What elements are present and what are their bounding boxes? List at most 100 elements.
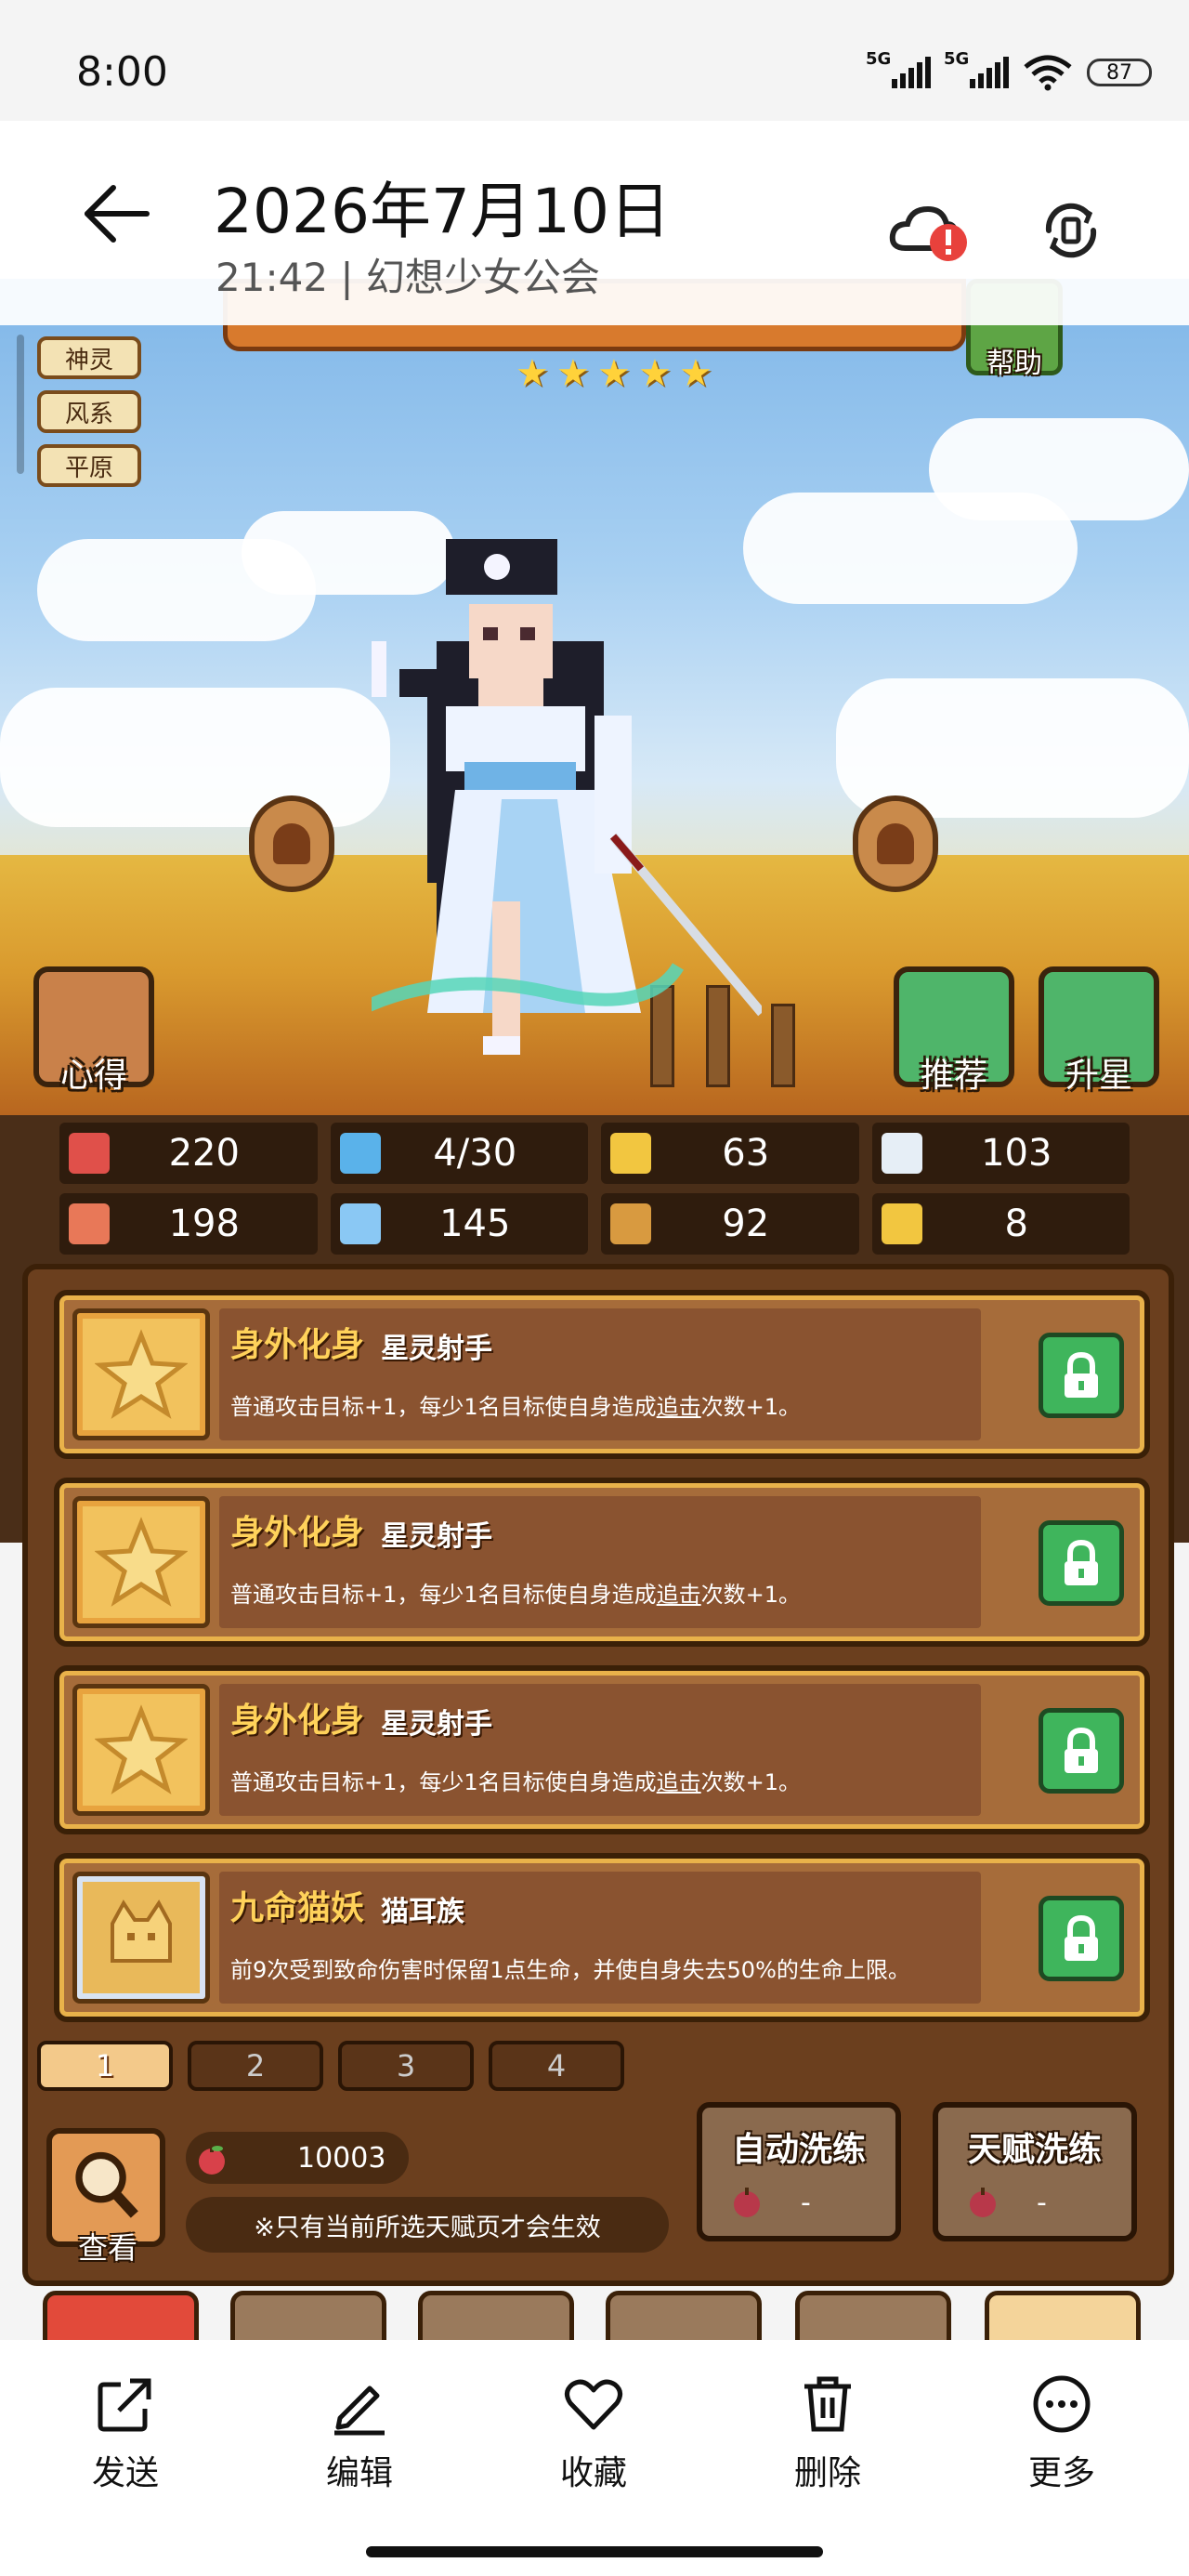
page-subtitle: 21:42 | 幻想少女公会 <box>216 255 600 300</box>
talent-name: 身外化身 <box>230 1326 365 1364</box>
more-button[interactable]: 更多 <box>992 2372 1131 2494</box>
auto-wash-title: 自动洗练 <box>731 2131 866 2169</box>
favorite-label: 收藏 <box>559 2454 627 2492</box>
send-button[interactable]: 发送 <box>56 2372 195 2494</box>
game-tab-support[interactable] <box>795 2291 951 2342</box>
talent-race: 星灵射手 <box>381 1520 492 1553</box>
upgrade-star-label: 升星 <box>1065 1057 1132 1095</box>
battery-indicator: 87 <box>1087 59 1152 86</box>
shield-icon <box>610 1133 651 1174</box>
auto-wash-button[interactable]: 自动洗练 - <box>697 2102 901 2241</box>
signal-2-label: 5G <box>944 49 970 69</box>
talent-card[interactable]: 身外化身 星灵射手 普通攻击目标+1，每少1名目标使自身造成追击次数+1。 <box>54 1665 1150 1834</box>
stat-cell: 103 <box>871 1123 1130 1184</box>
talent-desc-text: 普通攻击目标+1，每少1名目标使自身造成 <box>230 1394 657 1420</box>
bottom-action-bar: 发送 编辑 收藏 删除 更多 <box>0 2340 1189 2576</box>
talent-desc-text: 普通攻击目标+1，每少1名目标使自身造成 <box>230 1582 657 1608</box>
tag-plain: 平原 <box>37 444 141 487</box>
talent-description: 普通攻击目标+1，每少1名目标使自身造成追击次数+1。 <box>230 1576 801 1609</box>
talent-note: ※只有当前所选天赋页才会生效 <box>186 2197 669 2253</box>
scrollbar[interactable] <box>17 335 24 474</box>
talent-race: 猫耳族 <box>381 1896 464 1928</box>
talent-card[interactable]: 身外化身 星灵射手 普通攻击目标+1，每少1名目标使自身造成追击次数+1。 <box>54 1478 1150 1647</box>
battery-level: 87 <box>1106 60 1132 85</box>
star-icon <box>72 1308 210 1440</box>
talent-card[interactable]: 身外化身 星灵射手 普通攻击目标+1，每少1名目标使自身造成追击次数+1。 <box>54 1290 1150 1459</box>
talent-body: 九命猫妖 猫耳族前9次受到致命伤害时保留1点生命，并使自身失去50%的生命上限。 <box>219 1872 981 2004</box>
game-screenshot: ★ ★ ★ ★ ★ 帮助 神灵 风系 平原 心得 推荐 升星 220 4/30 … <box>0 279 1189 2342</box>
apple-icon <box>734 2188 760 2217</box>
star-rating: ★ ★ ★ ★ ★ <box>516 355 716 392</box>
cloud <box>0 688 390 827</box>
horseshoe-icon <box>881 1203 922 1244</box>
lock-button[interactable] <box>1039 1708 1124 1794</box>
stat-cell: 198 <box>59 1193 318 1255</box>
talent-desc-link[interactable]: 追击 <box>657 1582 701 1608</box>
talent-body: 身外化身 星灵射手 普通攻击目标+1，每少1名目标使自身造成追击次数+1。 <box>219 1496 981 1628</box>
talent-description: 前9次受到致命伤害时保留1点生命，并使自身失去50%的生命上限。 <box>230 1952 910 1984</box>
talent-description: 普通攻击目标+1，每少1名目标使自身造成追击次数+1。 <box>230 1764 801 1796</box>
stat-value: 92 <box>722 1203 770 1245</box>
favorite-button[interactable]: 收藏 <box>524 2372 663 2494</box>
lock-icon <box>1065 1351 1098 1398</box>
talent-body: 身外化身 星灵射手 普通攻击目标+1，每少1名目标使自身造成追击次数+1。 <box>219 1684 981 1816</box>
talent-desc-link[interactable]: 追击 <box>657 1769 701 1795</box>
stat-cell: 8 <box>871 1193 1130 1255</box>
lock-button[interactable] <box>1039 1333 1124 1418</box>
back-arrow-icon[interactable] <box>80 177 154 251</box>
talent-card[interactable]: 九命猫妖 猫耳族前9次受到致命伤害时保留1点生命，并使自身失去50%的生命上限。 <box>54 1853 1150 2022</box>
game-tab-details[interactable] <box>230 2291 386 2342</box>
stat-value: 8 <box>1004 1203 1028 1245</box>
talent-desc-end: 次数+1。 <box>700 1582 802 1608</box>
heart-icon <box>69 1133 110 1174</box>
game-bottom-tabs <box>0 2291 1189 2342</box>
right-token-icon[interactable] <box>853 795 938 892</box>
talent-description: 普通攻击目标+1，每少1名目标使自身造成追击次数+1。 <box>230 1388 801 1421</box>
header: 2026年7月10日 21:42 | 幻想少女公会 <box>0 121 1189 325</box>
status-bar: 8:00 5G 5G 87 <box>0 0 1189 121</box>
signal-1-icon: 5G <box>866 49 931 88</box>
edit-button[interactable]: 编辑 <box>290 2372 429 2494</box>
lock-icon <box>1065 1539 1098 1585</box>
talent-page-tab[interactable]: 1 <box>37 2041 173 2091</box>
talent-name: 身外化身 <box>230 1702 365 1740</box>
star-icon: ★ <box>556 352 590 395</box>
star-icon <box>72 1684 210 1816</box>
stat-cell: 63 <box>601 1123 859 1184</box>
status-icons: 5G 5G 87 <box>866 49 1152 91</box>
edit-label: 编辑 <box>325 2454 393 2492</box>
talent-page-tab[interactable]: 3 <box>338 2041 474 2091</box>
character-sprite <box>372 539 762 1055</box>
talent-wash-button[interactable]: 天赋洗练 - <box>933 2102 1137 2241</box>
stat-cell: 92 <box>601 1193 859 1255</box>
talent-desc-text: 前9次受到致命伤害时保留1点生命，并使自身失去50%的生命上限。 <box>230 1957 910 1983</box>
stat-value: 4/30 <box>433 1132 517 1175</box>
talent-desc-link[interactable]: 追击 <box>657 1394 701 1420</box>
lock-button[interactable] <box>1039 1520 1124 1606</box>
delete-button[interactable]: 删除 <box>758 2372 897 2494</box>
tag-divine: 神灵 <box>37 336 141 379</box>
pencil-icon <box>334 2385 385 2436</box>
game-tab-talent[interactable] <box>985 2291 1141 2342</box>
star-icon: ★ <box>597 352 631 395</box>
cloud-sync-icon[interactable] <box>887 200 971 265</box>
home-indicator[interactable] <box>366 2546 823 2557</box>
game-tab-divine-stone[interactable] <box>606 2291 762 2342</box>
cat-icon <box>72 1872 210 2004</box>
signal-2-icon: 5G <box>944 49 1009 88</box>
talent-page-tabs: 1234 <box>37 2041 624 2091</box>
game-tab-back[interactable] <box>43 2291 199 2342</box>
stat-value: 145 <box>439 1203 511 1245</box>
lock-button[interactable] <box>1039 1896 1124 1981</box>
game-tab-equipment[interactable] <box>418 2291 574 2342</box>
share-icon <box>98 2378 151 2432</box>
left-token-icon[interactable] <box>249 795 334 892</box>
notes-label: 心得 <box>59 1057 127 1095</box>
lock-icon <box>1065 1914 1098 1961</box>
talent-page-tab[interactable]: 2 <box>188 2041 323 2091</box>
talent-page-tab[interactable]: 4 <box>489 2041 624 2091</box>
stat-cell: 4/30 <box>330 1123 588 1184</box>
rotate-screen-icon[interactable] <box>1036 195 1106 266</box>
stat-value: 198 <box>168 1203 240 1245</box>
talent-name: 九命猫妖 <box>230 1889 365 1927</box>
